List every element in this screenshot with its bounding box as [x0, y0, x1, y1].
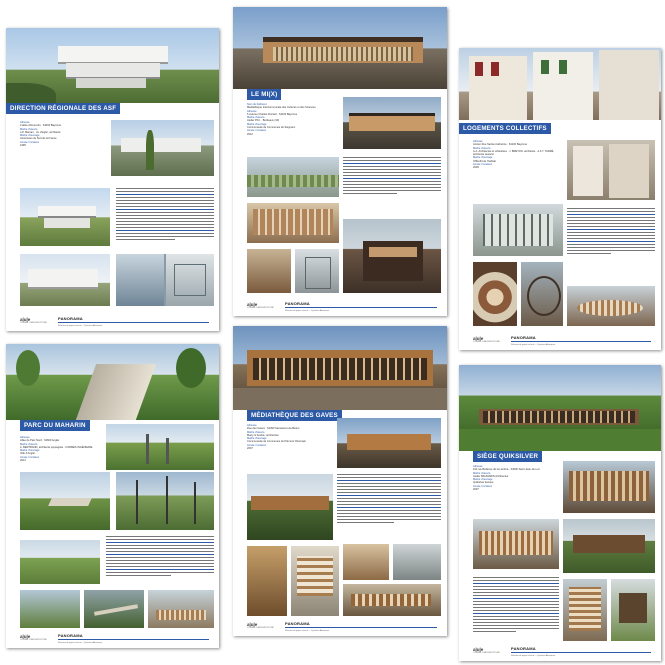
photo — [343, 97, 441, 149]
page-title: SIÈGE QUIKSILVER — [473, 451, 543, 462]
page-footer: a|u|e CONSEIL D'ARCHITECTURE PANORAMA Sél… — [233, 300, 447, 316]
photo — [20, 590, 80, 628]
photo — [20, 540, 100, 584]
page-footer: a|u|e CONSEIL D'ARCHITECTURE PANORAMA Sél… — [459, 334, 661, 350]
photo — [20, 254, 110, 306]
document-page-gaves: MÉDIATHÈQUE DES GAVES Adresse Rue des Gav… — [233, 326, 447, 636]
project-info: Nom du bâtiment Médiathèque Intercommunal… — [247, 103, 316, 136]
photo — [84, 590, 144, 628]
hero-photo — [459, 48, 661, 120]
photo — [20, 188, 110, 246]
photo — [521, 262, 563, 326]
photo — [343, 584, 441, 616]
caue-logo: a|u|e CONSEIL D'ARCHITECTURE — [247, 302, 274, 309]
footer-note: Sélection de projets récents — Pyrénées-… — [58, 325, 103, 327]
photo — [563, 461, 655, 513]
panorama-label: PANORAMA — [511, 335, 536, 340]
photo — [106, 424, 214, 470]
page-footer: a|u|e CONSEIL D'ARCHITECTURE PANORAMA Sél… — [6, 315, 219, 331]
footer-note: Sélection de projets récents — Pyrénées-… — [58, 642, 103, 644]
footer-rule — [285, 307, 437, 309]
photo — [247, 474, 333, 540]
photo — [247, 546, 287, 616]
photo — [116, 472, 214, 530]
photo — [473, 204, 563, 256]
page-title: LOGEMENTS COLLECTIFS — [459, 123, 551, 134]
photo — [247, 249, 291, 293]
hero-photo — [233, 7, 447, 89]
page-title: LE MI(X) — [247, 89, 282, 100]
photo — [563, 579, 607, 641]
footer-rule — [285, 627, 437, 629]
photo — [343, 544, 389, 580]
panorama-label: PANORAMA — [58, 316, 83, 321]
photo — [473, 519, 559, 569]
project-info: Adresse 162 rue Bellevue de la Lambra · 6… — [473, 465, 540, 492]
photo — [567, 140, 655, 200]
project-info: Adresse Rue des Gaves · 64390 Sauveterre-… — [247, 424, 306, 451]
footer-rule — [58, 639, 209, 641]
photo — [611, 579, 655, 641]
footer-note: Sélection de projets récents — Pyrénées-… — [285, 310, 330, 312]
footer-note: Sélection de projets récents — Pyrénées-… — [285, 630, 330, 632]
body-text — [567, 208, 655, 256]
body-text — [343, 157, 441, 196]
body-text — [116, 188, 214, 242]
page-footer: a|u|e CONSEIL D'ARCHITECTURE PANORAMA Sél… — [459, 645, 661, 661]
body-text — [473, 577, 559, 634]
hero-photo — [6, 28, 219, 103]
project-info: Adresse 3 allée Abreuvoirs · 64000 Bayonn… — [20, 121, 62, 148]
body-text — [106, 536, 214, 578]
photo — [247, 157, 339, 197]
footer-rule — [511, 341, 651, 343]
document-page-mix: LE MI(X) Nom du bâtiment Médiathèque Inte… — [233, 7, 447, 316]
photo — [148, 590, 214, 628]
panorama-label: PANORAMA — [285, 301, 310, 306]
caue-logo: a|u|e CONSEIL D'ARCHITECTURE — [473, 647, 500, 654]
project-info: Adresse Ancien Rue Sainte-Catherine · 641… — [473, 140, 555, 170]
project-info: Adresse Allée du Parc Nord · 64600 Anglet… — [20, 436, 93, 463]
body-text — [337, 474, 441, 525]
page-footer: a|u|e CONSEIL D'ARCHITECTURE PANORAMA Sél… — [233, 620, 447, 636]
photo — [337, 418, 441, 468]
photo — [567, 286, 655, 326]
panorama-label: PANORAMA — [285, 621, 310, 626]
photo — [20, 472, 110, 530]
photo — [247, 203, 339, 243]
photo — [563, 519, 655, 573]
document-page-quiksilver: SIÈGE QUIKSILVER Adresse 162 rue Bellevue… — [459, 365, 661, 661]
footer-rule — [511, 652, 651, 654]
document-page-maharin: PARC DU MAHARIN Adresse Allée du Parc Nor… — [6, 344, 219, 648]
footer-note: Sélection de projets récents — Pyrénées-… — [511, 655, 556, 657]
page-footer: a|u|e CONSEIL D'ARCHITECTURE PANORAMA Sél… — [6, 632, 219, 648]
caue-logo: a|u|e CONSEIL D'ARCHITECTURE — [20, 634, 47, 641]
photo — [343, 219, 441, 293]
page-title: DIRECTION RÉGIONALE DES ASF — [6, 103, 121, 114]
caue-logo: a|u|e CONSEIL D'ARCHITECTURE — [247, 622, 274, 629]
caue-logo: a|u|e CONSEIL D'ARCHITECTURE — [20, 317, 47, 324]
panorama-label: PANORAMA — [58, 633, 83, 638]
page-title: MÉDIATHÈQUE DES GAVES — [247, 410, 342, 421]
hero-photo — [6, 344, 219, 420]
page-title: PARC DU MAHARIN — [20, 420, 90, 431]
photo — [116, 254, 214, 306]
caue-logo: a|u|e CONSEIL D'ARCHITECTURE — [473, 336, 500, 343]
document-page-asf: DIRECTION RÉGIONALE DES ASF Adresse 3 all… — [6, 28, 219, 331]
photo — [111, 120, 214, 176]
photo — [393, 544, 441, 580]
document-page-logements: LOGEMENTS COLLECTIFS Adresse Ancien Rue S… — [459, 48, 661, 350]
photo — [291, 546, 339, 616]
photo — [295, 249, 339, 293]
footer-note: Sélection de projets récents — Pyrénées-… — [511, 344, 556, 346]
hero-photo — [233, 326, 447, 410]
photo — [473, 262, 517, 326]
hero-photo — [459, 365, 661, 451]
panorama-label: PANORAMA — [511, 646, 536, 651]
footer-rule — [58, 322, 209, 324]
